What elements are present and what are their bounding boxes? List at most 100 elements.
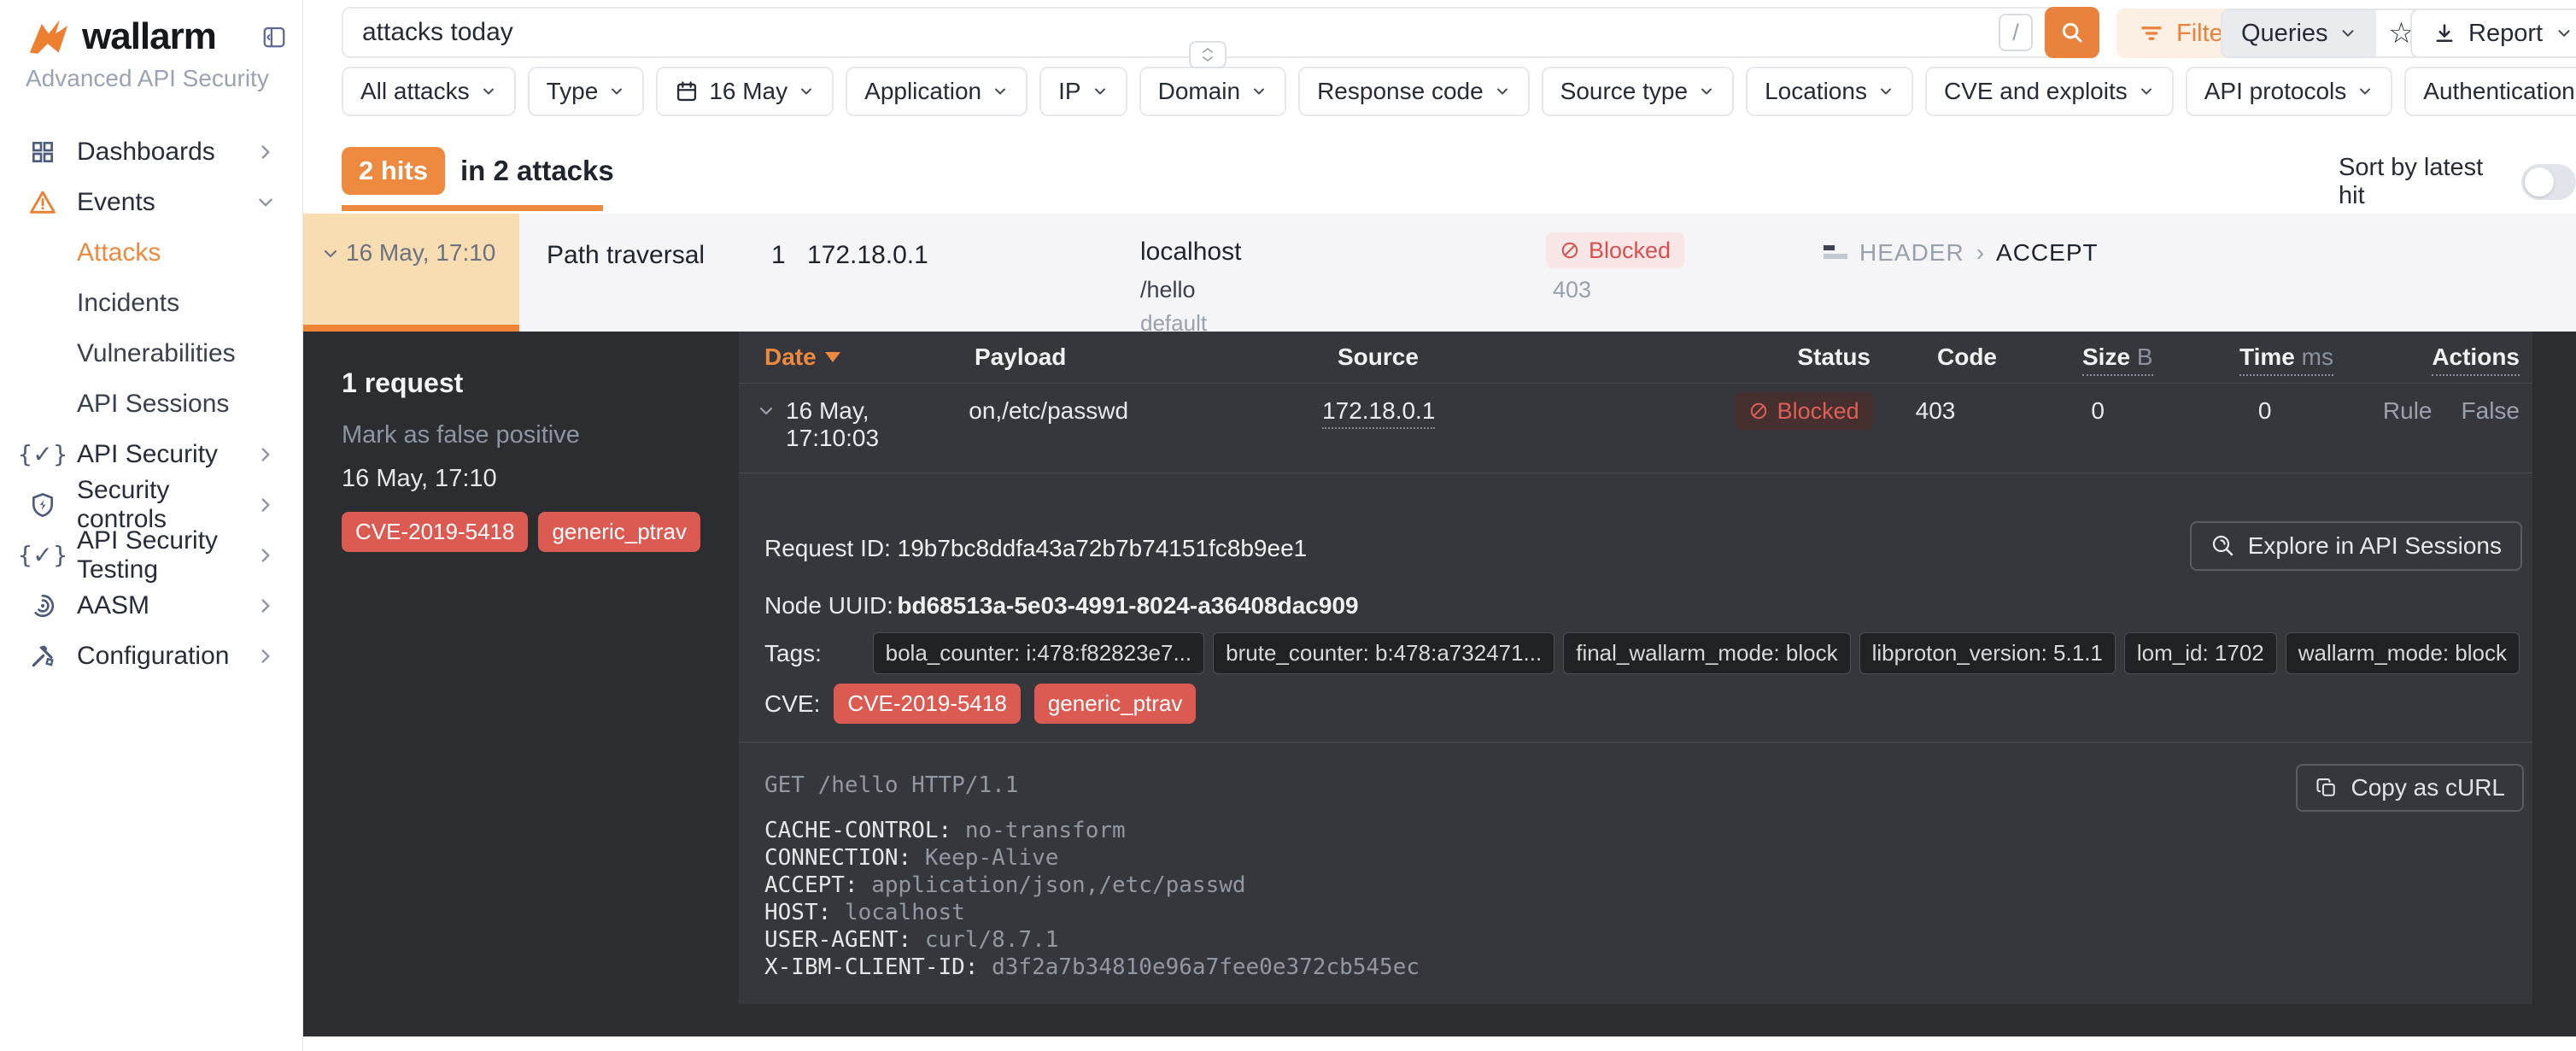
attack-target: localhost /hello default xyxy=(1140,238,1241,337)
filter-chip-cve-exploits[interactable]: CVE and exploits xyxy=(1925,67,2174,116)
sidebar-collapse-button[interactable] xyxy=(261,24,287,53)
request-time: 16 May, 17:10 xyxy=(342,465,739,493)
chevron-down-icon xyxy=(1698,83,1715,100)
tag-chip[interactable]: final_wallarm_mode: block xyxy=(1563,632,1850,674)
sidebar-item-configuration[interactable]: Configuration xyxy=(0,631,302,681)
column-unit: ms xyxy=(2302,343,2333,370)
tags-row: Tags: bola_counter: i:478:f82823e7... br… xyxy=(764,632,2520,674)
calendar-icon xyxy=(675,79,699,103)
brand-logo: wallarm xyxy=(26,15,216,58)
copy-button-label: Copy as cURL xyxy=(2351,774,2505,801)
filter-chip-type[interactable]: Type xyxy=(528,67,645,116)
chevron-up-icon xyxy=(1201,46,1215,55)
sidebar-item-label: API Security xyxy=(77,440,218,469)
sidebar-item-label: AASM xyxy=(77,591,149,620)
sidebar-item-incidents[interactable]: Incidents xyxy=(0,278,302,328)
column-label: Date xyxy=(764,343,817,371)
sidebar-nav: Dashboards Events Attacks Incidents Vuln… xyxy=(0,126,302,681)
tools-icon xyxy=(27,641,58,672)
filter-chip-application[interactable]: Application xyxy=(846,67,1027,116)
mark-false-positive-link[interactable]: Mark as false positive xyxy=(342,421,739,449)
sidebar-item-security-controls[interactable]: Security controls xyxy=(0,479,302,530)
cve-row: CVE: CVE-2019-5418 generic_ptrav xyxy=(764,684,1196,724)
request-summary: 1 request Mark as false positive 16 May,… xyxy=(342,332,739,552)
tag-chip[interactable]: wallarm_mode: block xyxy=(2286,632,2520,674)
column-header-size[interactable]: Size B xyxy=(2082,343,2239,371)
chip-label: Authentication xyxy=(2423,78,2574,105)
sort-control: Sort by latest hit xyxy=(2339,154,2576,210)
column-header-date[interactable]: Date xyxy=(764,343,975,371)
app-subtitle: Advanced API Security xyxy=(26,65,269,92)
requests-table-header: Date Payload Source Status Code Size B T… xyxy=(739,332,2532,383)
queries-button[interactable]: Queries xyxy=(2222,10,2376,56)
filter-chip-ip[interactable]: IP xyxy=(1039,67,1127,116)
column-header-time[interactable]: Time ms xyxy=(2239,343,2423,371)
filter-chip-response-code[interactable]: Response code xyxy=(1298,67,1530,116)
tag-chip[interactable]: bola_counter: i:478:f82823e7... xyxy=(873,632,1205,674)
chevron-down-icon xyxy=(1250,83,1268,100)
blocked-icon xyxy=(1748,401,1769,421)
sidebar-item-vulnerabilities[interactable]: Vulnerabilities xyxy=(0,328,302,379)
chevron-down-icon xyxy=(1877,83,1894,100)
hits-summary-text: in 2 attacks xyxy=(460,155,614,187)
copy-icon xyxy=(2315,776,2339,800)
hits-summary: 2 hits in 2 attacks xyxy=(342,147,614,195)
attack-response-code: 403 xyxy=(1553,277,1591,303)
search-input[interactable] xyxy=(343,18,1999,47)
cve-tag[interactable]: CVE-2019-5418 xyxy=(342,512,528,552)
chevron-right-icon xyxy=(255,443,277,466)
tag-chip[interactable]: libproton_version: 5.1.1 xyxy=(1859,632,2116,674)
filter-chip-domain[interactable]: Domain xyxy=(1139,67,1286,116)
chevron-down-icon[interactable] xyxy=(756,397,786,421)
sidebar-item-dashboards[interactable]: Dashboards xyxy=(0,126,302,177)
node-uuid-row: Node UUID: bd68513a-5e03-4991-8024-a3640… xyxy=(764,592,1359,619)
tag-chip[interactable]: brute_counter: b:478:a732471... xyxy=(1213,632,1554,674)
column-header-actions[interactable]: Actions xyxy=(2423,343,2520,371)
filter-chip-date[interactable]: 16 May xyxy=(656,67,834,116)
sort-label: Sort by latest hit xyxy=(2339,154,2506,210)
column-header-status: Status xyxy=(1748,343,1937,371)
sidebar-item-api-sessions[interactable]: API Sessions xyxy=(0,379,302,429)
request-time-ms: 0 xyxy=(2203,397,2383,425)
sidebar-item-events[interactable]: Events xyxy=(0,177,302,227)
request-table-row[interactable]: 16 May, 17:10:03 on,/etc/passwd 172.18.0… xyxy=(739,384,2532,473)
sidebar-item-label: Vulnerabilities xyxy=(77,339,236,368)
filter-chip-source-type[interactable]: Source type xyxy=(1542,67,1734,116)
attack-date-cell[interactable]: 16 May, 17:10 xyxy=(303,214,519,332)
tag-chip[interactable]: lom_id: 1702 xyxy=(2124,632,2277,674)
chevron-down-icon xyxy=(2356,83,2374,100)
cve-tag[interactable]: CVE-2019-5418 xyxy=(834,684,1020,724)
sidebar-item-aasm[interactable]: AASM xyxy=(0,580,302,631)
download-icon xyxy=(2433,21,2456,45)
sidebar-item-api-security-testing[interactable]: {✓} API Security Testing xyxy=(0,530,302,580)
search-button[interactable] xyxy=(2045,7,2099,58)
filter-chip-all-attacks[interactable]: All attacks xyxy=(342,67,516,116)
explore-api-sessions-button[interactable]: Explore in API Sessions xyxy=(2190,521,2522,571)
filter-chip-authentication[interactable]: Authentication xyxy=(2404,67,2576,116)
cve-tag[interactable]: generic_ptrav xyxy=(1034,684,1197,724)
false-action-link[interactable]: False xyxy=(2462,397,2520,425)
chip-label: API protocols xyxy=(2204,78,2347,105)
column-label: Time xyxy=(2239,343,2295,370)
request-detail-area: Date Payload Source Status Code Size B T… xyxy=(739,332,2532,1004)
collapse-filters-handle[interactable] xyxy=(1189,41,1227,68)
sort-by-latest-toggle[interactable] xyxy=(2521,164,2576,200)
filter-chip-api-protocols[interactable]: API protocols xyxy=(2186,67,2393,116)
sidebar-item-api-security[interactable]: {✓} API Security xyxy=(0,429,302,479)
chevron-down-icon xyxy=(320,244,339,262)
tags-list: bola_counter: i:478:f82823e7... brute_co… xyxy=(873,632,2520,674)
filter-chip-locations[interactable]: Locations xyxy=(1746,67,1913,116)
cve-tag[interactable]: generic_ptrav xyxy=(538,512,700,552)
chevron-down-icon xyxy=(2138,83,2155,100)
report-button-label: Report xyxy=(2468,20,2543,48)
attack-type: Path traversal xyxy=(547,241,705,270)
request-id-label: Request ID: xyxy=(764,535,891,561)
node-uuid-label: Node UUID: xyxy=(764,592,893,619)
attack-row[interactable]: 16 May, 17:10 Path traversal 1 172.18.0.… xyxy=(303,214,2576,332)
report-button[interactable]: Report xyxy=(2410,9,2576,58)
source-ip-link[interactable]: 172.18.0.1 xyxy=(1322,397,1435,429)
sidebar-item-attacks[interactable]: Attacks xyxy=(0,227,302,278)
chip-label: IP xyxy=(1058,78,1080,105)
rule-action-link[interactable]: Rule xyxy=(2383,397,2433,425)
copy-as-curl-button[interactable]: Copy as cURL xyxy=(2296,764,2524,812)
